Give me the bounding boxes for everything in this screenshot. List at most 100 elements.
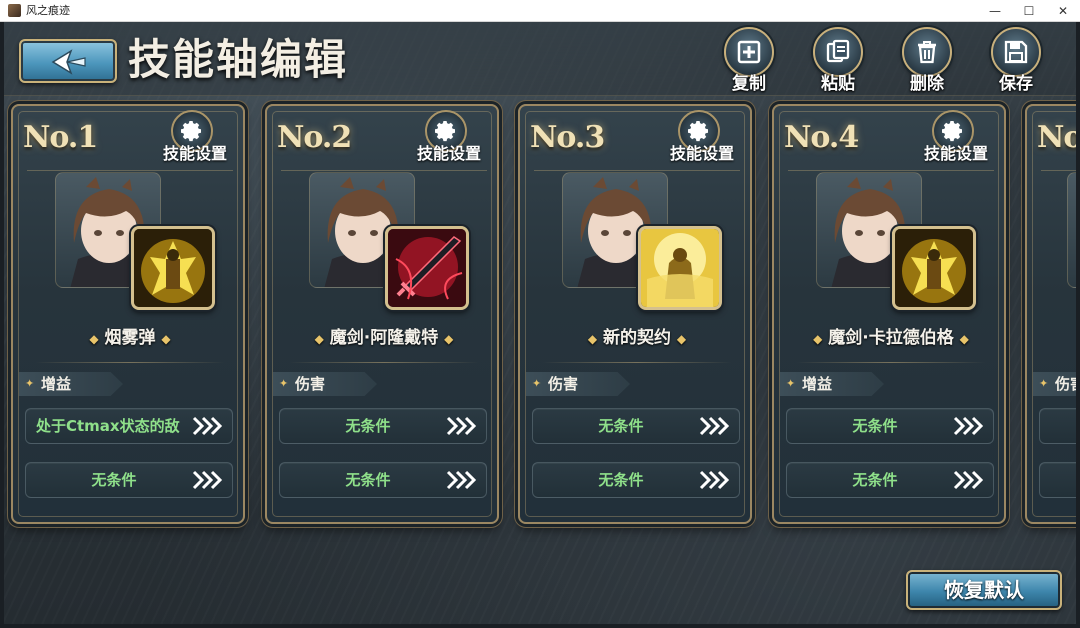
condition-slot-2[interactable]: 无条件	[25, 462, 233, 498]
skill-settings-label[interactable]: 技能设置	[914, 144, 998, 164]
name-divider	[35, 362, 225, 363]
skill-type-label: 伤害	[548, 375, 579, 393]
skill-card-3[interactable]: No.3 技能设置 ◆ 新的契约 ◆ ✦ 伤害 无条件 无条件	[518, 104, 752, 524]
skill-buff-art	[134, 229, 212, 307]
skill-card-1[interactable]: No.1 技能设置 ◆ 烟雾弹 ◆ ✦ 增益 处于Ctmax状态的敌 无条件	[11, 104, 245, 524]
condition-text: 无条件	[345, 471, 391, 489]
skill-name-row: ◆ 烟雾弹 ◆	[13, 326, 243, 351]
save-button[interactable]: 保存	[983, 27, 1049, 94]
gear-icon	[435, 121, 455, 142]
card-number: No.3	[530, 120, 605, 155]
skill-card-5[interactable]: No ✦ 伤害	[1025, 104, 1076, 524]
skill-card-2[interactable]: No.2 技能设置 ◆ 魔剑·阿隆戴特 ◆ ✦ 伤害 无条件 无条件	[265, 104, 499, 524]
minimize-button[interactable]: —	[978, 0, 1012, 22]
game-viewport: 技能轴编辑 复制 粘贴 删除 保存 No.1 技能设置 ◆ 烟雾弹 ◆ ✦ 增益…	[4, 22, 1076, 624]
condition-slot-2[interactable]	[1039, 462, 1076, 498]
skill-icon[interactable]	[385, 226, 469, 310]
skill-type-tag: ✦ 增益	[780, 372, 884, 396]
star-icon: ✦	[532, 377, 542, 390]
triple-chevron-icon	[192, 470, 223, 490]
skill-name: 烟雾弹	[104, 328, 156, 348]
paste-icon	[826, 39, 850, 63]
card-number: No	[1037, 120, 1076, 155]
skill-settings-label[interactable]: 技能设置	[660, 144, 744, 164]
card-divider	[281, 170, 487, 171]
card-divider	[534, 170, 740, 171]
gear-icon	[688, 121, 708, 142]
skill-name: 魔剑·卡拉德伯格	[828, 328, 954, 348]
skill-icon[interactable]	[131, 226, 215, 310]
skill-name-row: ◆ 魔剑·卡拉德伯格 ◆	[774, 326, 1004, 351]
skill-type-label: 伤害	[295, 375, 326, 393]
skill-name: 魔剑·阿隆戴特	[329, 328, 439, 348]
triple-chevron-icon	[699, 416, 730, 436]
skill-icon[interactable]	[892, 226, 976, 310]
condition-text: 无条件	[598, 471, 644, 489]
triple-chevron-icon	[192, 416, 223, 436]
reset-default-button[interactable]: 恢复默认	[906, 570, 1062, 610]
name-divider	[796, 362, 986, 363]
skill-settings-label[interactable]: 技能设置	[153, 144, 237, 164]
app-icon	[8, 4, 21, 17]
triple-chevron-icon	[953, 470, 984, 490]
star-icon: ✦	[279, 377, 289, 390]
diamond-icon: ◆	[587, 332, 598, 346]
paste-button[interactable]: 粘贴	[805, 27, 871, 94]
back-button[interactable]	[19, 39, 117, 83]
diamond-icon: ◆	[314, 332, 324, 346]
diamond-icon: ◆	[444, 332, 454, 346]
card-divider	[27, 170, 233, 171]
triple-chevron-icon	[446, 416, 477, 436]
condition-slot-2[interactable]: 无条件	[786, 462, 994, 498]
condition-text: 处于Ctmax状态的敌	[36, 417, 180, 435]
condition-slot-1[interactable]: 无条件	[786, 408, 994, 444]
skill-type-label: 伤害	[1055, 375, 1076, 393]
close-button[interactable]: ✕	[1046, 0, 1080, 22]
condition-slot-2[interactable]: 无条件	[532, 462, 740, 498]
app-window: 风之痕迹 — ☐ ✕ 技能轴编辑 复制 粘贴 删除 保存 No.1 技能设置 ◆…	[0, 0, 1080, 628]
skill-name-row: ◆ 魔剑·阿隆戴特 ◆	[267, 326, 497, 351]
skill-icon[interactable]	[638, 226, 722, 310]
skill-buff-art	[895, 229, 973, 307]
name-divider	[542, 362, 732, 363]
gear-icon	[942, 121, 962, 142]
condition-slot-1[interactable]: 处于Ctmax状态的敌	[25, 408, 233, 444]
window-title: 风之痕迹	[26, 4, 70, 17]
gear-icon	[181, 121, 201, 142]
trash-icon	[918, 41, 936, 64]
condition-text: 无条件	[598, 417, 644, 435]
diamond-icon: ◆	[676, 332, 687, 346]
condition-slot-1[interactable]: 无条件	[279, 408, 487, 444]
name-divider	[289, 362, 479, 363]
copy-label: 复制	[732, 74, 766, 94]
diamond-icon: ◆	[813, 332, 823, 346]
skill-card-4[interactable]: No.4 技能设置 ◆ 魔剑·卡拉德伯格 ◆ ✦ 增益 无条件 无条件	[772, 104, 1006, 524]
skill-contract-art	[641, 229, 719, 307]
star-icon: ✦	[1039, 377, 1049, 390]
copy-button[interactable]: 复制	[716, 27, 782, 94]
copy-icon	[737, 40, 761, 64]
condition-slot-1[interactable]	[1039, 408, 1076, 444]
condition-slot-2[interactable]: 无条件	[279, 462, 487, 498]
skill-name: 新的契约	[603, 328, 671, 348]
skill-type-label: 增益	[41, 375, 72, 393]
header-bar: 技能轴编辑 复制 粘贴 删除 保存	[4, 22, 1076, 96]
condition-text: 无条件	[852, 471, 898, 489]
card-divider	[1041, 170, 1076, 171]
star-icon: ✦	[786, 377, 796, 390]
condition-slot-1[interactable]: 无条件	[532, 408, 740, 444]
condition-text: 无条件	[91, 471, 137, 489]
skill-type-tag: ✦ 伤害	[273, 372, 377, 396]
page-title: 技能轴编辑	[128, 35, 349, 84]
diamond-icon: ◆	[161, 332, 171, 346]
triple-chevron-icon	[699, 470, 730, 490]
paste-label: 粘贴	[821, 74, 855, 94]
triple-chevron-icon	[953, 416, 984, 436]
skill-sword-art	[388, 229, 466, 307]
window-titlebar: 风之痕迹 — ☐ ✕	[0, 0, 1080, 22]
maximize-button[interactable]: ☐	[1012, 0, 1046, 22]
delete-button[interactable]: 删除	[894, 27, 960, 94]
back-arrow-icon	[51, 49, 86, 75]
skill-settings-label[interactable]: 技能设置	[407, 144, 491, 164]
skill-type-tag: ✦ 伤害	[1033, 372, 1076, 396]
